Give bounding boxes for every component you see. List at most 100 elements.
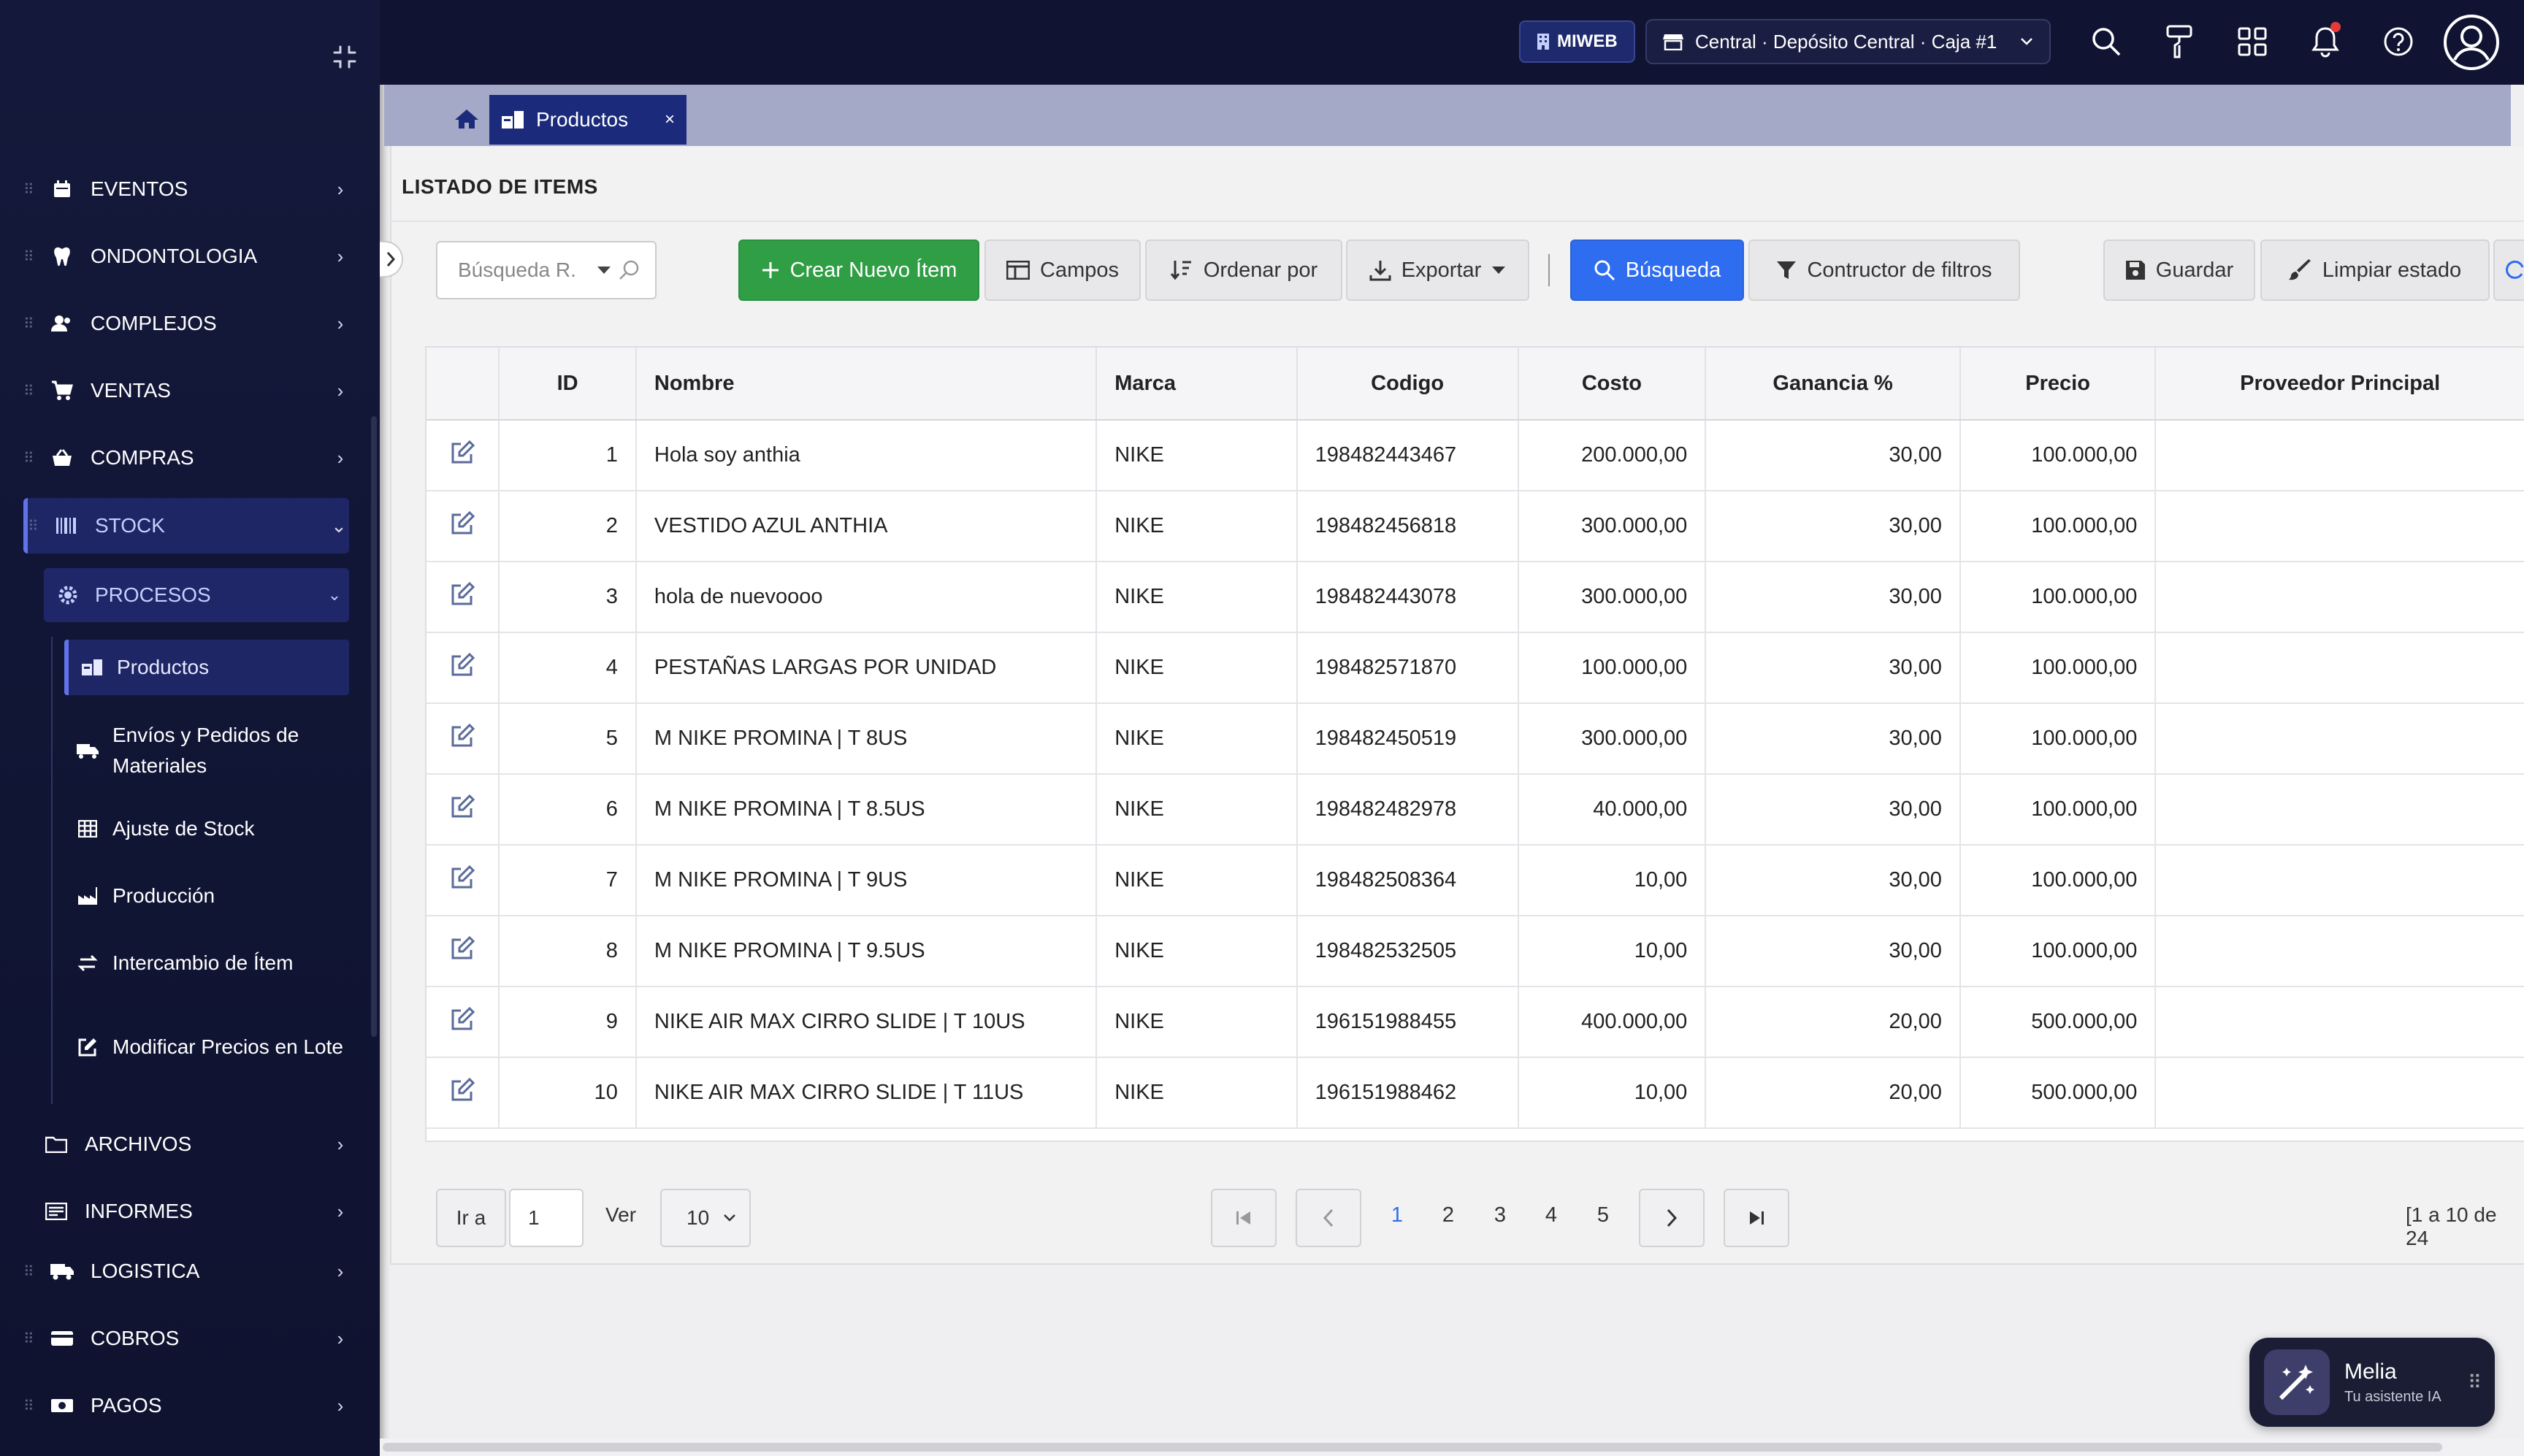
save-button[interactable]: Guardar: [2103, 240, 2255, 301]
sidebar-subitem-ajuste-stock[interactable]: Ajuste de Stock: [64, 813, 349, 844]
edit-icon[interactable]: [450, 935, 475, 967]
last-page-button[interactable]: [1724, 1189, 1789, 1247]
column-header-proveedor[interactable]: Proveedor Principal: [2155, 348, 2524, 421]
paint-roller-icon[interactable]: [2160, 22, 2199, 61]
sidebar-item-complejos[interactable]: ⠿ COMPLEJOS ›: [23, 298, 351, 349]
drag-handle-icon[interactable]: ⠿: [28, 517, 39, 535]
sidebar-item-cobros[interactable]: ⠿ COBROS ›: [23, 1313, 351, 1364]
sidebar-item-informes[interactable]: INFORMES ›: [44, 1186, 351, 1237]
table-row[interactable]: 1 Hola soy anthia NIKE 198482443467 200.000,…: [427, 420, 2524, 491]
cell-precio: 100.000,00: [1959, 703, 2157, 775]
search-icon[interactable]: [2087, 22, 2126, 61]
table-body: 1 Hola soy anthia NIKE 198482443467 200.000,…: [427, 420, 2524, 1129]
drag-handle-icon[interactable]: ⠿: [23, 1330, 34, 1348]
refresh-button[interactable]: [2493, 240, 2524, 301]
sidebar-item-logistica[interactable]: ⠿ LOGISTICA ›: [23, 1246, 351, 1297]
help-icon[interactable]: [2379, 22, 2418, 61]
prev-page-button[interactable]: [1296, 1189, 1361, 1247]
sidebar-subitem-productos[interactable]: Productos: [64, 640, 349, 695]
sidebar-item-ondontologia[interactable]: ⠿ ONDONTOLOGIA ›: [23, 231, 351, 282]
export-button[interactable]: Exportar: [1346, 240, 1529, 301]
drag-handle-icon[interactable]: ⠿: [23, 1262, 34, 1281]
drag-handle-icon[interactable]: ⠿: [23, 449, 34, 467]
sidebar-scrollbar[interactable]: [371, 416, 377, 1037]
sidebar-item-archivos[interactable]: ARCHIVOS ›: [44, 1119, 351, 1170]
apps-grid-icon[interactable]: [2233, 22, 2272, 61]
sidebar-subitem-envios[interactable]: Envíos y Pedidos de Materiales: [64, 717, 349, 784]
column-header-marca[interactable]: Marca: [1096, 348, 1298, 421]
page-number-3[interactable]: 3: [1485, 1203, 1515, 1227]
table-row[interactable]: 6M NIKE PROMINA | T 8.5US NIKE 19848248297…: [427, 774, 2524, 846]
edit-icon[interactable]: [450, 1006, 475, 1038]
drag-handle-icon[interactable]: ⠿: [23, 180, 34, 199]
drag-handle-icon[interactable]: ⠿: [23, 1397, 34, 1415]
sidebar-subitem-modificar-precios[interactable]: Modificar Precios en Lote: [64, 1014, 349, 1081]
column-header-nombre[interactable]: Nombre: [635, 348, 1098, 421]
edit-icon[interactable]: [450, 440, 475, 471]
page-number-4[interactable]: 4: [1537, 1203, 1566, 1227]
bell-icon[interactable]: [2306, 22, 2345, 61]
user-avatar-icon[interactable]: [2441, 12, 2502, 73]
column-header-id[interactable]: ID: [499, 348, 637, 421]
sidebar-item-procesos[interactable]: PROCESOS ⌄: [44, 568, 349, 622]
drag-handle-icon[interactable]: ⠿: [23, 315, 34, 333]
cell-nombre: hola de nuevoooo: [635, 562, 1098, 633]
table-row[interactable]: 5M NIKE PROMINA | T 8US NIKE 198482450519 3…: [427, 703, 2524, 775]
column-header-costo[interactable]: Costo: [1518, 348, 1707, 421]
sidebar-item-ventas[interactable]: ⠿ VENTAS ›: [23, 365, 351, 416]
table-row[interactable]: 2 VESTIDO AZUL ANTHIA NIKE 198482456818 300.…: [427, 491, 2524, 562]
filter-builder-button[interactable]: Contructor de filtros: [1748, 240, 2020, 301]
quick-search-input[interactable]: Búsqueda R.: [436, 241, 657, 299]
table-row[interactable]: 9 NIKE AIR MAX CIRRO SLIDE | T 10US NIKE 19…: [427, 986, 2524, 1058]
gear-icon: [57, 584, 79, 606]
edit-icon[interactable]: [450, 723, 475, 754]
branch-selector[interactable]: Central · Depósito Central · Caja #1: [1645, 19, 2051, 64]
company-badge[interactable]: MIWEB: [1519, 20, 1635, 63]
edit-icon[interactable]: [450, 581, 475, 613]
table-row[interactable]: 4 PESTAÑAS LARGAS POR UNIDAD NIKE 198482571…: [427, 632, 2524, 704]
clear-state-button[interactable]: Limpiar estado: [2260, 240, 2490, 301]
sidebar-item-compras[interactable]: ⠿ COMPRAS ›: [23, 432, 351, 483]
collapse-sidebar-icon[interactable]: [330, 42, 359, 72]
close-icon[interactable]: ×: [665, 110, 675, 130]
next-page-button[interactable]: [1639, 1189, 1705, 1247]
page-number-5[interactable]: 5: [1588, 1203, 1618, 1227]
page-size-select[interactable]: 10: [660, 1189, 751, 1247]
edit-icon[interactable]: [450, 510, 475, 542]
sidebar-item-pagos[interactable]: ⠿ PAGOS ›: [23, 1380, 351, 1431]
ai-assistant-widget[interactable]: Melia Tu asistente IA ⠿: [2249, 1338, 2495, 1427]
search-button[interactable]: Búsqueda: [1570, 240, 1744, 301]
table-row[interactable]: 8M NIKE PROMINA | T 9.5US NIKE 19848253250…: [427, 916, 2524, 987]
goto-page-input[interactable]: 1: [509, 1189, 584, 1247]
sidebar-item-eventos[interactable]: ⠿ EVENTOS ›: [23, 164, 351, 215]
fields-button[interactable]: Campos: [984, 240, 1141, 301]
caret-down-icon[interactable]: [597, 265, 611, 275]
drag-handle-icon[interactable]: ⠿: [23, 248, 34, 266]
drag-handle-icon[interactable]: ⠿: [2468, 1371, 2482, 1394]
sidebar-item-stock[interactable]: ⠿ STOCK ⌄: [23, 498, 349, 553]
edit-icon[interactable]: [450, 652, 475, 683]
column-header-precio[interactable]: Precio: [1959, 348, 2157, 421]
sidebar-subitem-produccion[interactable]: Producción: [64, 881, 349, 911]
edit-icon[interactable]: [450, 794, 475, 825]
cell-nombre: M NIKE PROMINA | T 9.5US: [635, 916, 1098, 987]
first-page-button[interactable]: [1211, 1189, 1277, 1247]
edit-icon[interactable]: [450, 1077, 475, 1108]
column-header-ganancia[interactable]: Ganancia %: [1705, 348, 1961, 421]
tab-productos[interactable]: Productos ×: [489, 95, 687, 145]
drag-handle-icon[interactable]: ⠿: [23, 382, 34, 400]
horizontal-scrollbar[interactable]: [380, 1438, 2524, 1456]
cell-marca: NIKE: [1096, 986, 1298, 1058]
scrollbar-thumb[interactable]: [383, 1443, 2442, 1452]
page-number-2[interactable]: 2: [1434, 1203, 1463, 1227]
table-row[interactable]: 3 hola de nuevoooo NIKE 198482443078 300.000…: [427, 562, 2524, 633]
sidebar-subitem-intercambio[interactable]: Intercambio de Ítem: [64, 948, 349, 978]
table-row[interactable]: 7M NIKE PROMINA | T 9US NIKE 198482508364 1…: [427, 845, 2524, 916]
order-by-button[interactable]: Ordenar por: [1145, 240, 1342, 301]
create-item-button[interactable]: Crear Nuevo Ítem: [738, 240, 979, 301]
table-row[interactable]: 10 NIKE AIR MAX CIRRO SLIDE | T 11US NIKE 1…: [427, 1057, 2524, 1129]
home-icon[interactable]: [444, 96, 489, 142]
column-header-codigo[interactable]: Codigo: [1296, 348, 1519, 421]
edit-icon[interactable]: [450, 865, 475, 896]
page-number-1[interactable]: 1: [1383, 1203, 1412, 1227]
